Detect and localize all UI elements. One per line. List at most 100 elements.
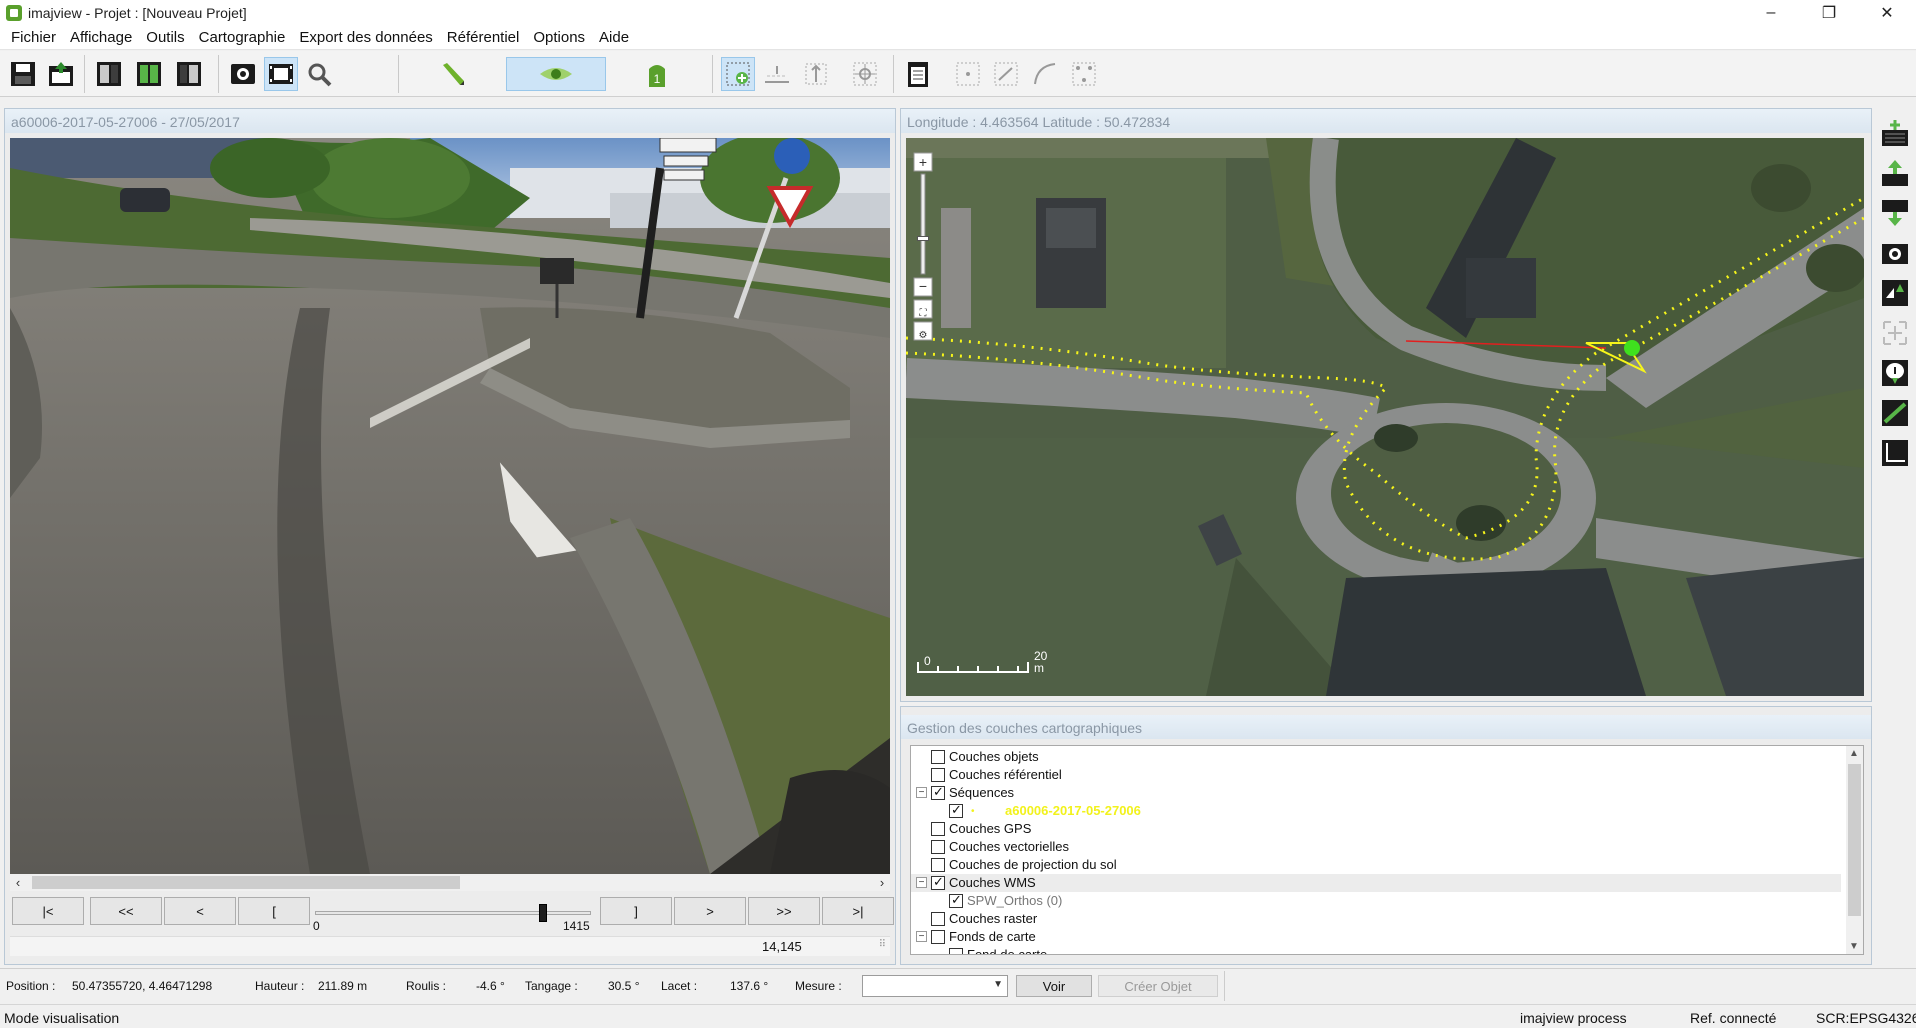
resize-grip-icon[interactable]: ⠿ — [879, 939, 886, 950]
frame-slider-thumb[interactable] — [539, 904, 547, 922]
ground-projection-icon[interactable] — [760, 57, 794, 91]
snapshot-camera-icon[interactable] — [1878, 236, 1912, 270]
previous-frame-button[interactable]: < — [164, 897, 236, 925]
layer-checkbox[interactable] — [931, 912, 945, 926]
layer-row[interactable]: SPW_Orthos (0) — [911, 892, 1841, 910]
sign-icon[interactable]: 1 — [640, 57, 674, 91]
photo-horizontal-scrollbar[interactable]: ‹ › — [10, 874, 890, 891]
first-frame-button[interactable]: |< — [12, 897, 84, 925]
layer-up-icon[interactable] — [1878, 156, 1912, 190]
last-frame-button[interactable]: >| — [822, 897, 894, 925]
collapse-toggle-icon[interactable]: − — [916, 877, 927, 888]
layer-checkbox[interactable] — [931, 822, 945, 836]
frame-slider[interactable] — [315, 904, 591, 922]
maximize-button[interactable]: ❐ — [1800, 0, 1858, 26]
film-icon[interactable] — [264, 57, 298, 91]
layer-row[interactable]: Couches GPS — [911, 820, 1841, 838]
layers-scrollbar-thumb[interactable] — [1848, 764, 1861, 916]
close-button[interactable]: ✕ — [1858, 0, 1916, 26]
layer-row[interactable]: Couches de projection du sol — [911, 856, 1841, 874]
vertical-measure-icon[interactable] — [799, 57, 833, 91]
aerial-map[interactable]: + − + ⛶ ⚙ 0 20 m — [906, 138, 1864, 696]
magnifier-icon[interactable] — [302, 57, 336, 91]
layer-checkbox[interactable] — [931, 930, 945, 944]
photo-to-map-icon[interactable] — [1878, 276, 1912, 310]
map-fullscreen-icon[interactable]: ⛶ — [916, 306, 930, 320]
eye-icon[interactable] — [506, 57, 606, 91]
layer-down-icon[interactable] — [1878, 196, 1912, 230]
photo-scrollbar-thumb[interactable] — [32, 876, 460, 889]
line-mode-icon[interactable] — [989, 57, 1023, 91]
measure-distance-icon[interactable] — [1878, 396, 1912, 430]
polygon-mode-icon[interactable] — [1067, 57, 1101, 91]
crosshair-icon[interactable] — [848, 57, 882, 91]
layer-row[interactable]: • a60006-2017-05-27006 — [911, 802, 1841, 820]
scroll-down-arrow-icon[interactable]: ▼ — [1849, 941, 1859, 952]
point-mode-icon[interactable] — [951, 57, 985, 91]
collapse-toggle-icon[interactable]: − — [916, 787, 927, 798]
camera-icon[interactable] — [226, 57, 260, 91]
collapse-toggle-icon[interactable]: − — [916, 931, 927, 942]
scroll-left-arrow-icon[interactable]: ‹ — [10, 874, 26, 891]
chevron-down-icon[interactable]: ▼ — [993, 979, 1003, 990]
layer-row[interactable]: − Fonds de carte — [911, 928, 1841, 946]
layer-checkbox[interactable] — [931, 750, 945, 764]
menu-aide[interactable]: Aide — [592, 29, 636, 46]
photo-panel-header: a60006-2017-05-27006 - 27/05/2017 — [5, 109, 895, 133]
svg-text:1: 1 — [654, 72, 661, 86]
minimize-button[interactable]: – — [1742, 0, 1800, 26]
layer-checkbox[interactable] — [931, 840, 945, 854]
scroll-right-arrow-icon[interactable]: › — [874, 874, 890, 891]
curve-mode-icon[interactable] — [1028, 57, 1062, 91]
layer-row[interactable]: Couches raster — [911, 910, 1841, 928]
scroll-up-arrow-icon[interactable]: ▲ — [1849, 748, 1859, 759]
menu-fichier[interactable]: Fichier — [4, 29, 63, 46]
next-frame-button[interactable]: > — [674, 897, 746, 925]
save-icon[interactable] — [6, 57, 40, 91]
menu-cartographie[interactable]: Cartographie — [192, 29, 293, 46]
pencil-icon[interactable] — [436, 57, 470, 91]
mesure-select[interactable]: ▼ — [862, 975, 1008, 997]
menu-options[interactable]: Options — [526, 29, 592, 46]
mark-in-button[interactable]: [ — [238, 897, 310, 925]
layer-checkbox[interactable] — [931, 874, 945, 890]
layer-label: Couches objets — [949, 749, 1039, 764]
layer-row[interactable]: Couches objets — [911, 748, 1841, 766]
clipboard-icon[interactable] — [901, 57, 935, 91]
mark-out-button[interactable]: ] — [600, 897, 672, 925]
layer-row[interactable]: − Couches WMS — [911, 874, 1841, 892]
layout-left-icon[interactable] — [92, 57, 126, 91]
layout-right-icon[interactable] — [172, 57, 206, 91]
fast-forward-button[interactable]: >> — [748, 897, 820, 925]
layer-row[interactable]: Couches vectorielles — [911, 838, 1841, 856]
layer-checkbox[interactable] — [949, 892, 963, 908]
voir-button[interactable]: Voir — [1016, 975, 1092, 997]
layer-row[interactable]: Couches référentiel — [911, 766, 1841, 784]
fast-rewind-button[interactable]: << — [90, 897, 162, 925]
layer-checkbox[interactable] — [949, 802, 963, 818]
menu-affichage[interactable]: Affichage — [63, 29, 139, 46]
layer-checkbox[interactable] — [931, 784, 945, 800]
menu-outils[interactable]: Outils — [139, 29, 191, 46]
layers-tree: ▲ ▼ Couches objets Couches référentiel − Sé… — [910, 745, 1864, 955]
layer-checkbox[interactable] — [931, 858, 945, 872]
map-info-icon[interactable] — [1878, 356, 1912, 390]
position-info-bar: Position : 50.47355720, 4.46471298 Haute… — [0, 968, 1916, 1002]
street-photo[interactable] — [10, 138, 890, 874]
extent-icon[interactable] — [1878, 316, 1912, 350]
measure-area-icon[interactable] — [1878, 436, 1912, 470]
layout-split-icon[interactable] — [132, 57, 166, 91]
layer-row[interactable]: Fond de carte — [911, 946, 1841, 954]
open-project-icon[interactable] — [44, 57, 78, 91]
map-select-icon[interactable] — [721, 57, 755, 91]
map-zoom-slider-thumb[interactable] — [917, 236, 929, 241]
layer-row[interactable]: − Séquences — [911, 784, 1841, 802]
menu-export[interactable]: Export des données — [292, 29, 439, 46]
layer-checkbox[interactable] — [931, 768, 945, 782]
layer-checkbox[interactable] — [949, 948, 963, 954]
map-settings-gear-icon[interactable]: ⚙ — [916, 328, 930, 342]
layers-vertical-scrollbar[interactable]: ▲ ▼ — [1846, 746, 1863, 954]
menu-referentiel[interactable]: Référentiel — [440, 29, 527, 46]
creer-objet-button[interactable]: Créer Objet — [1098, 975, 1218, 997]
add-layer-icon[interactable] — [1878, 116, 1912, 150]
